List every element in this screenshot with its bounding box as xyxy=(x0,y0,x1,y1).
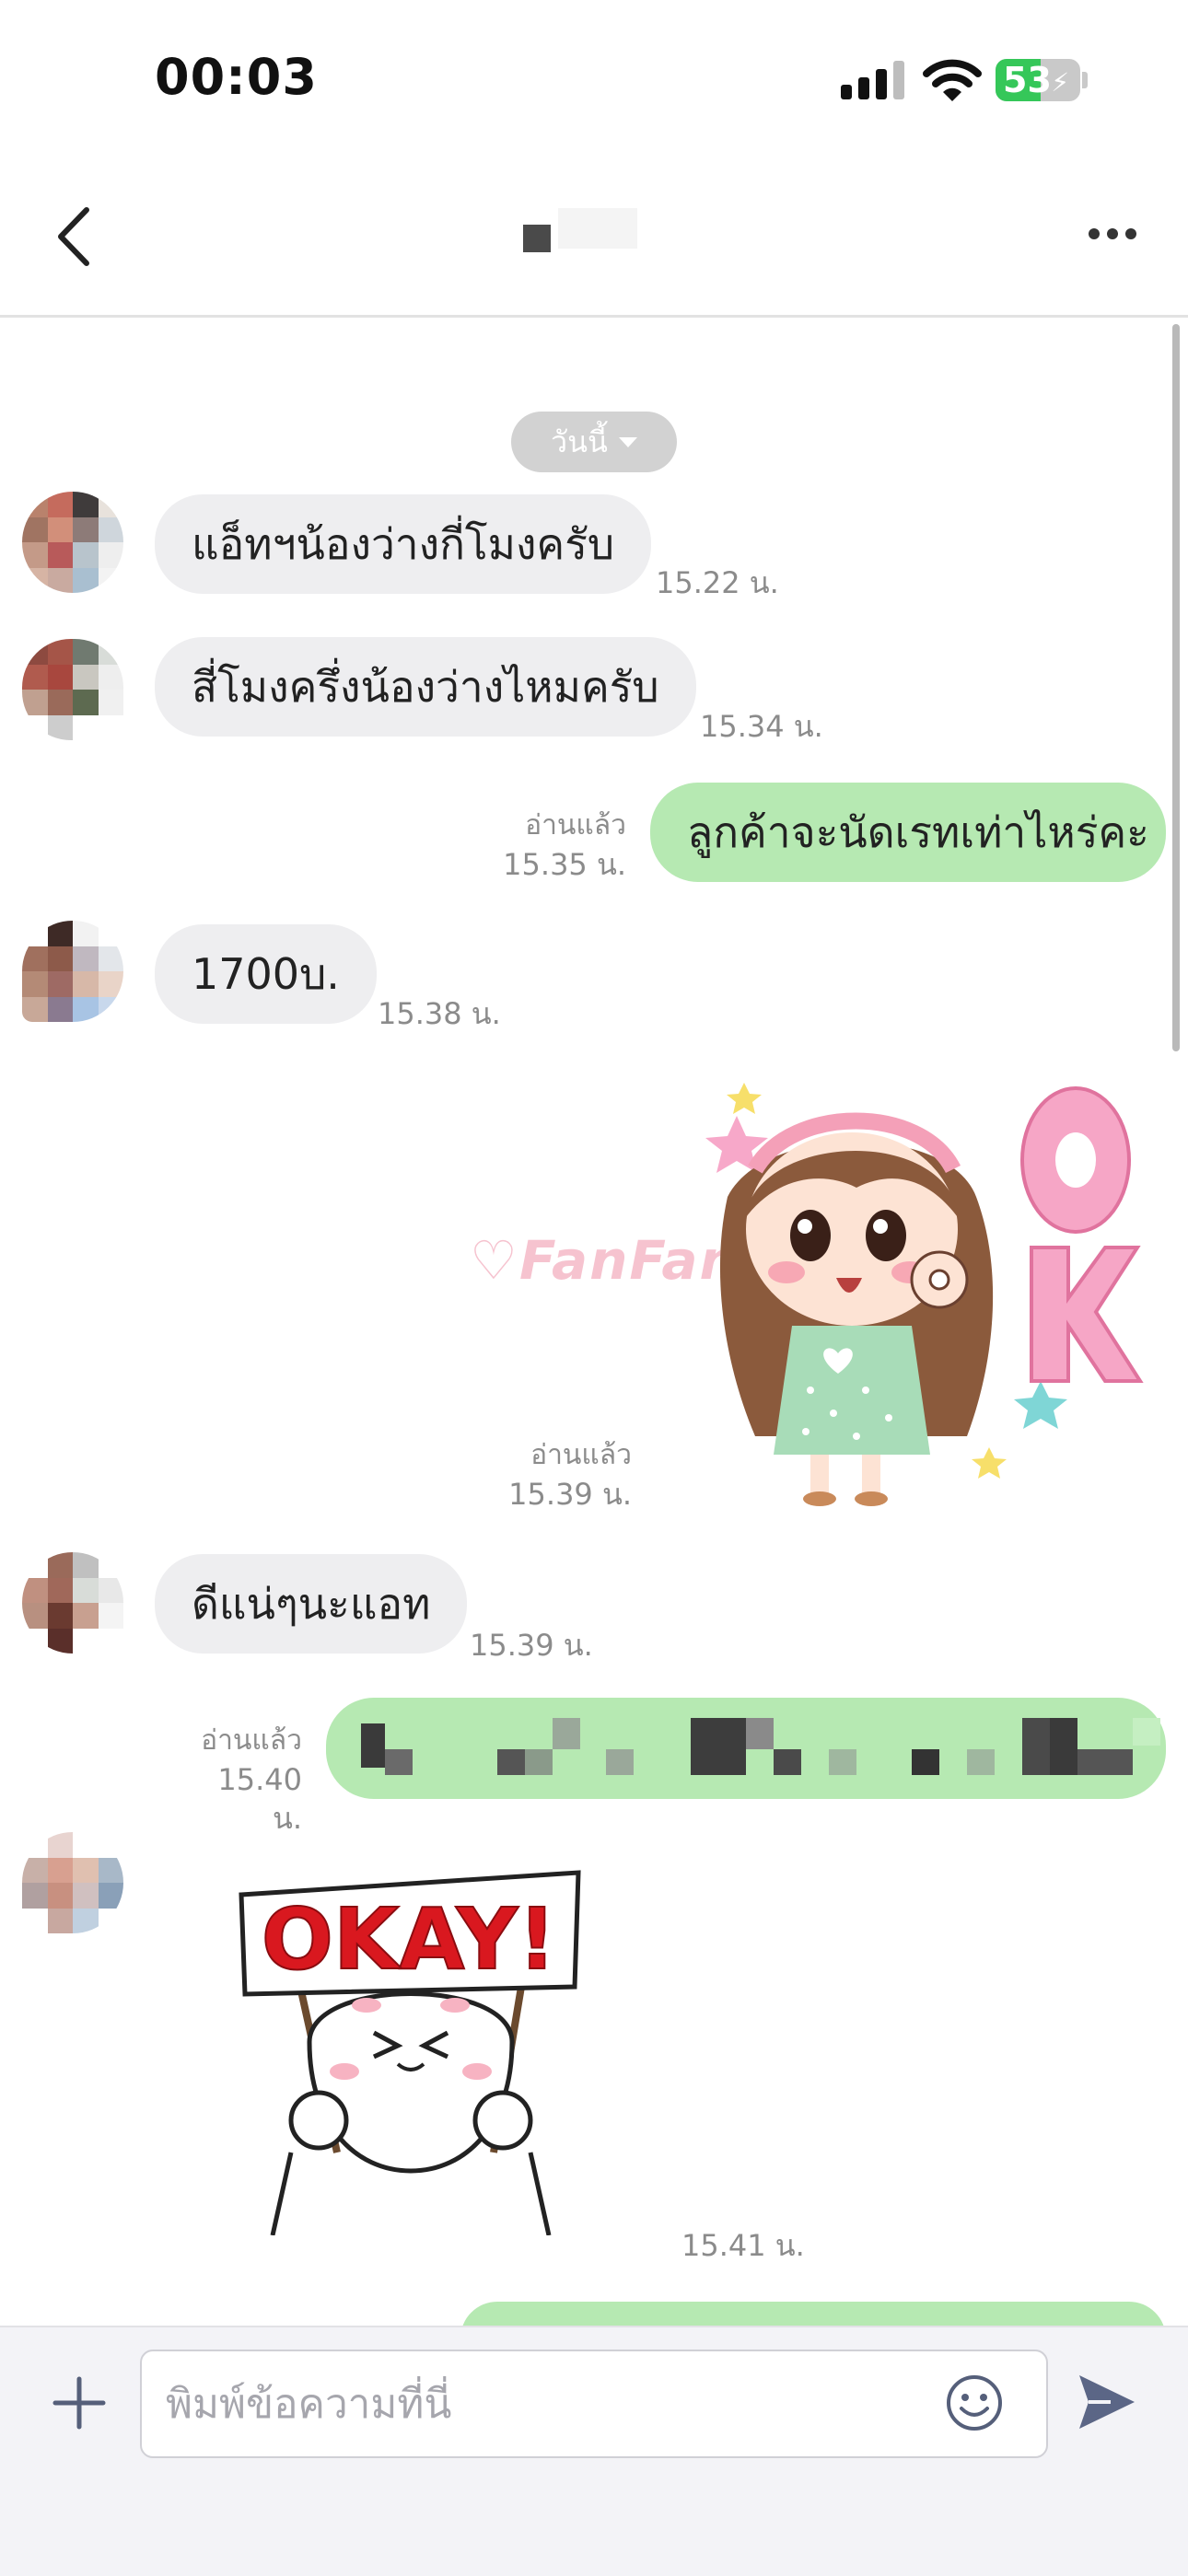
battery-icon: 53 ⚡ xyxy=(996,59,1080,101)
send-icon[interactable] xyxy=(1076,2370,1138,2434)
incoming-message-bubble[interactable]: ดีแน่ๆนะแอท xyxy=(155,1554,468,1654)
incoming-message-bubble[interactable]: แอ็ทฯน้องว่างกี่โมงครับ xyxy=(155,494,652,594)
message-time: 15.34 น. xyxy=(700,709,823,744)
outgoing-message-bubble[interactable]: ลูกค้าจะนัดเรทเท่าไหร่คะ xyxy=(650,783,1166,882)
back-chevron-icon[interactable] xyxy=(52,204,99,269)
chat-title-pixelated xyxy=(523,225,551,252)
scrollbar[interactable] xyxy=(1172,324,1180,1051)
emoji-icon[interactable] xyxy=(945,2373,1004,2432)
contact-avatar[interactable] xyxy=(22,639,123,740)
read-status: อ่านแล้ว xyxy=(530,1439,632,1471)
contact-avatar[interactable] xyxy=(22,492,123,593)
message-time: 15.39 น. xyxy=(470,1628,593,1663)
okay-sign-bear-sticker[interactable]: OKAY! xyxy=(236,1867,586,2235)
message-time: 15.22 น. xyxy=(656,565,779,600)
plus-icon[interactable] xyxy=(52,2375,107,2431)
message-time: 15.35 น. xyxy=(503,847,626,882)
message-time: 15.38 น. xyxy=(378,996,501,1031)
read-status: อ่านแล้ว xyxy=(525,809,626,841)
message-time: 15.41 น. xyxy=(681,2228,805,2263)
date-pill-label: วันนี้ xyxy=(551,424,608,459)
sticker-sign-text: OKAY! xyxy=(262,1890,556,1989)
date-filter-pill[interactable]: วันนี้ xyxy=(511,412,677,472)
cellular-signal-icon xyxy=(841,61,905,99)
outgoing-message-bubble-pixelated[interactable] xyxy=(326,1698,1166,1799)
message-time: 15.40 น. xyxy=(217,1762,302,1836)
read-receipt-group: อ่านแล้ว 15.39 น. xyxy=(479,1436,632,1514)
incoming-message-bubble[interactable]: สี่โมงครึ่งน้องว่างไหมครับ xyxy=(155,637,696,737)
contact-avatar[interactable] xyxy=(22,1832,123,1933)
header-divider xyxy=(0,315,1188,318)
read-status: อ่านแล้ว xyxy=(201,1724,302,1757)
read-receipt-group: อ่านแล้ว 15.35 น. xyxy=(479,806,626,884)
battery-tip xyxy=(1082,72,1088,88)
contact-avatar[interactable] xyxy=(22,921,123,1022)
status-time: 00:03 xyxy=(155,48,318,106)
incoming-message-bubble[interactable]: 1700บ. xyxy=(155,924,377,1024)
wifi-icon xyxy=(923,59,982,101)
charging-bolt-icon: ⚡ xyxy=(1051,67,1069,98)
contact-avatar[interactable] xyxy=(22,1552,123,1654)
message-input[interactable] xyxy=(140,2350,1048,2458)
message-time: 15.39 น. xyxy=(508,1477,632,1512)
ok-girl-sticker[interactable] xyxy=(672,1068,1151,1510)
chat-title-blur xyxy=(558,208,637,249)
more-options-icon[interactable] xyxy=(1087,228,1142,243)
read-receipt-group: อ่านแล้ว 15.40 น. xyxy=(181,1722,302,1838)
caret-down-icon xyxy=(618,436,637,447)
